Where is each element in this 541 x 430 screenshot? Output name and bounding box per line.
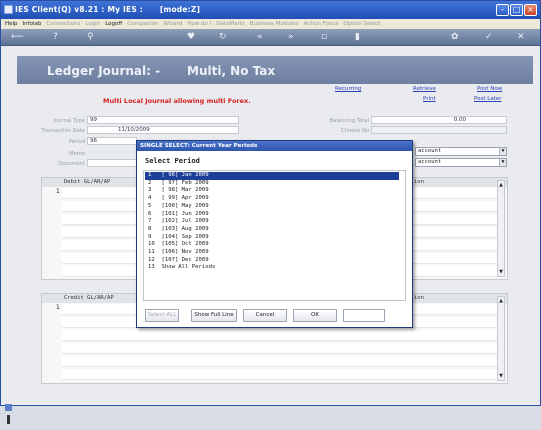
choose-label: Choose No — [341, 128, 369, 134]
minimize-button[interactable]: – — [496, 4, 509, 16]
period-option[interactable]: 2 [ 97] Feb 2009 — [145, 180, 399, 188]
help-icon[interactable]: ? — [53, 32, 58, 42]
menu-bar: Help Infolab Connections Login Logoff Compani… — [1, 19, 540, 29]
print-link[interactable]: Print — [423, 96, 436, 102]
dialog-input[interactable] — [343, 309, 385, 322]
forward-icon[interactable]: » — [288, 32, 294, 42]
scroll-up-icon[interactable]: ▲ — [498, 182, 504, 188]
toolbar: ⟵ ? ⚲ ♥ ↻ « » ▫ ▮ ✿ ✓ ✕ — [1, 29, 540, 46]
credit-account-combo[interactable]: account ▼ — [415, 158, 507, 167]
back-arrow-icon[interactable]: ⟵ — [11, 32, 24, 42]
period-option[interactable]: 3 [ 98] Mar 2009 — [145, 187, 399, 195]
post-now-link[interactable]: Post Now — [477, 86, 502, 92]
period-list: 1 [ 96] Jan 2009 2 [ 97] Feb 2009 3 [ 98] … — [143, 170, 406, 301]
balancing-total-label: Balancing Total — [329, 118, 369, 124]
scroll-up-icon[interactable]: ▲ — [498, 298, 504, 304]
menu-item[interactable]: Help — [5, 21, 18, 27]
menu-item[interactable]: Wizard — [163, 21, 182, 27]
debit-scrollbar[interactable]: ▲ ▼ — [497, 180, 505, 277]
refresh-icon[interactable]: ↻ — [219, 32, 227, 42]
choose-field[interactable] — [371, 126, 507, 134]
grid-row[interactable] — [62, 343, 500, 354]
screen-title: Ledger Journal: - — [47, 64, 161, 78]
menu-item[interactable]: Action Focus — [304, 21, 339, 27]
period-label: Period — [68, 139, 85, 145]
period-field[interactable]: 96 — [87, 137, 137, 145]
confirm-icon[interactable]: ✓ — [485, 32, 493, 42]
period-option[interactable]: 7 [102] Jul 2009 — [145, 218, 399, 226]
period-option[interactable]: 10 [105] Oct 2009 — [145, 241, 399, 249]
menu-item[interactable]: Logoff — [105, 21, 122, 27]
recurring-link[interactable]: Recurring — [335, 86, 361, 92]
screen-subtitle: Multi, No Tax — [187, 64, 276, 78]
document-label: Document — [58, 161, 85, 167]
grid-row[interactable] — [62, 369, 500, 380]
dialog-title: SINGLE SELECT: Current Year Periods — [137, 141, 412, 151]
period-option[interactable]: 6 [101] Jun 2009 — [145, 211, 399, 219]
period-select-dialog: SINGLE SELECT: Current Year Periods Sele… — [136, 140, 413, 328]
ok-button[interactable]: OK — [293, 309, 337, 322]
close-button[interactable]: × — [524, 4, 537, 16]
menu-item[interactable]: Companion — [127, 21, 158, 27]
post-later-link[interactable]: Post Later — [474, 96, 502, 102]
credit-scrollbar[interactable]: ▲ ▼ — [497, 296, 505, 381]
cancel-icon[interactable]: ✕ — [517, 32, 525, 42]
chevron-down-icon[interactable]: ▼ — [499, 159, 506, 166]
period-option[interactable]: 9 [104] Sep 2009 — [145, 234, 399, 242]
document-field[interactable] — [87, 159, 137, 167]
scroll-down-icon[interactable]: ▼ — [498, 269, 504, 275]
chevron-down-icon[interactable]: ▼ — [499, 148, 506, 155]
rewind-icon[interactable]: « — [257, 32, 263, 42]
menu-item[interactable]: Infolab — [23, 21, 42, 27]
journal-type-field[interactable]: 99 — [87, 116, 239, 124]
period-option[interactable]: 11 [106] Nov 2009 — [145, 249, 399, 257]
period-option[interactable]: 1 [ 96] Jan 2009 — [145, 172, 399, 180]
menu-item[interactable]: Connections — [46, 21, 80, 27]
menu-item[interactable]: DataMarts — [216, 21, 245, 27]
dialog-subtitle: Select Period — [145, 157, 200, 165]
page-icon[interactable]: ▫ — [321, 32, 327, 42]
period-option[interactable]: 4 [ 99] Apr 2009 — [145, 195, 399, 203]
menu-item[interactable]: How do I — [187, 21, 211, 27]
transaction-date-field[interactable]: 11/10/2009 — [87, 126, 239, 134]
retrieve-link[interactable]: Retrieve — [413, 86, 436, 92]
favorite-icon[interactable]: ♥ — [187, 32, 195, 42]
row-number: 1 — [56, 188, 60, 195]
maximize-button[interactable]: □ — [510, 4, 523, 16]
document-icon[interactable]: ▮ — [355, 32, 360, 42]
window-title: IES Client(Q) v8.21 : My IES : [mode:Z] — [15, 5, 201, 14]
menu-item[interactable]: Business Modules — [250, 21, 299, 27]
select-all-button[interactable]: Select ALL — [145, 309, 179, 322]
menu-item[interactable]: Login — [85, 21, 100, 27]
debit-account-combo[interactable]: account ▼ — [415, 147, 507, 156]
screen-header: Ledger Journal: - Multi, No Tax — [17, 56, 533, 84]
row-number: 1 — [56, 304, 60, 311]
grid-row[interactable] — [62, 356, 500, 367]
side-indicator — [5, 404, 13, 430]
scroll-down-icon[interactable]: ▼ — [498, 373, 504, 379]
app-icon — [4, 5, 13, 14]
show-full-line-button[interactable]: Show Full Line — [191, 309, 237, 322]
period-option[interactable]: 13 Show All Periods — [145, 264, 399, 272]
cancel-button[interactable]: Cancel — [243, 309, 287, 322]
menu-item[interactable]: Option Select — [343, 21, 380, 27]
memo-label: Memo — [69, 151, 85, 157]
transaction-date-label: Transaction Date — [41, 128, 85, 134]
warning-message: Multi Local Journal allowing multi Forex… — [103, 97, 251, 105]
title-bar: IES Client(Q) v8.21 : My IES : [mode:Z] … — [1, 1, 540, 19]
balancing-total-field: 0.00 — [371, 116, 507, 124]
period-option[interactable]: 12 [107] Dec 2009 — [145, 257, 399, 265]
settings-icon[interactable]: ✿ — [451, 32, 459, 42]
info-icon — [7, 415, 10, 424]
grid-row[interactable] — [62, 330, 500, 341]
period-option[interactable]: 5 [100] May 2009 — [145, 203, 399, 211]
period-option[interactable]: 8 [103] Aug 2009 — [145, 226, 399, 234]
application-window: IES Client(Q) v8.21 : My IES : [mode:Z] … — [0, 0, 541, 424]
journal-type-label: Journal Type — [53, 118, 85, 124]
status-icon — [5, 404, 12, 411]
search-icon[interactable]: ⚲ — [87, 32, 94, 42]
